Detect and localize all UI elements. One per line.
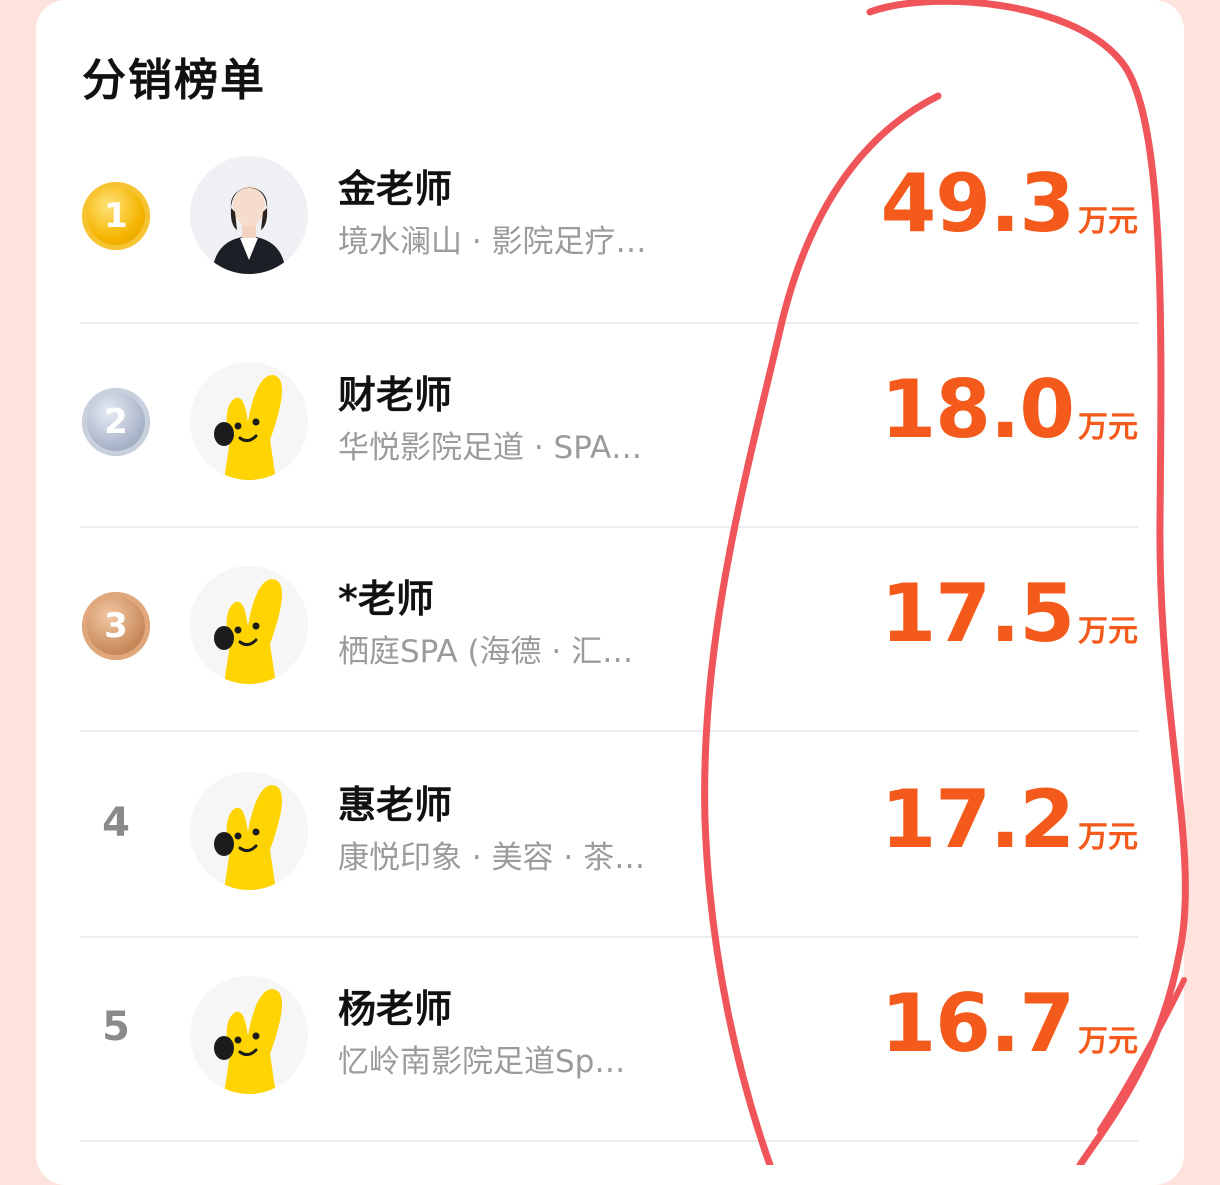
yellow-hand-mascot-icon — [190, 772, 308, 890]
rank-number: 3 — [104, 606, 128, 646]
row-divider — [80, 1140, 1138, 1142]
silver-medal-icon: 2 — [82, 388, 150, 456]
amount-unit: 万元 — [1078, 1024, 1138, 1059]
rank-number: 2 — [104, 402, 128, 442]
store-info: 忆岭南影院足道Sp… — [338, 1044, 626, 1080]
board-title: 分销榜单 — [82, 55, 266, 106]
sales-amount: 17.5 万元 — [881, 574, 1138, 654]
ranking-row[interactable]: 1 金老师 境水澜山 · 影院足疗… 49.3 万元 — [36, 118, 1184, 322]
ranking-row[interactable]: 4 惠老师 康悦印象 · 美容 · 茶… 17.2 万元 — [36, 734, 1184, 938]
avatar[interactable] — [190, 566, 308, 684]
store-info: 康悦印象 · 美容 · 茶… — [338, 840, 646, 876]
rank-number: 1 — [104, 196, 128, 236]
sales-amount: 49.3 万元 — [881, 164, 1138, 244]
sales-amount: 17.2 万元 — [881, 780, 1138, 860]
amount-unit: 万元 — [1078, 614, 1138, 649]
amount-value: 16.7 — [880, 977, 1075, 1070]
ranking-card: 分销榜单 1 金老师 境水澜山 · 影院足疗… 49.3 万元 2 财老师 华悦… — [36, 0, 1184, 1185]
yellow-hand-mascot-icon — [190, 566, 308, 684]
yellow-hand-mascot-icon — [190, 362, 308, 480]
person-photo-icon — [190, 156, 308, 274]
store-info: 境水澜山 · 影院足疗… — [338, 224, 647, 260]
avatar[interactable] — [190, 156, 308, 274]
store-info: 栖庭SPA (海德 · 汇… — [338, 634, 634, 670]
amount-unit: 万元 — [1078, 204, 1138, 239]
teacher-name: 杨老师 — [338, 987, 453, 1031]
sales-amount: 16.7 万元 — [881, 984, 1138, 1064]
avatar[interactable] — [190, 976, 308, 1094]
ranking-row[interactable]: 3 *老师 栖庭SPA (海德 · 汇… 17.5 万元 — [36, 528, 1184, 732]
rank-number: 5 — [102, 1004, 130, 1050]
avatar[interactable] — [190, 772, 308, 890]
bronze-medal-icon: 3 — [82, 592, 150, 660]
gold-medal-icon: 1 — [82, 182, 150, 250]
rank-number: 4 — [102, 800, 130, 846]
teacher-name: 财老师 — [338, 373, 453, 417]
yellow-hand-mascot-icon — [190, 976, 308, 1094]
amount-unit: 万元 — [1078, 410, 1138, 445]
avatar[interactable] — [190, 362, 308, 480]
amount-value: 17.5 — [880, 567, 1075, 660]
row-divider — [80, 730, 1138, 732]
amount-value: 49.3 — [880, 157, 1075, 250]
sales-amount: 18.0 万元 — [881, 370, 1138, 450]
amount-unit: 万元 — [1078, 820, 1138, 855]
ranking-row[interactable]: 5 杨老师 忆岭南影院足道Sp… 16.7 万元 — [36, 938, 1184, 1142]
amount-value: 17.2 — [880, 773, 1075, 866]
teacher-name: 金老师 — [338, 167, 453, 211]
store-info: 华悦影院足道 · SPA… — [338, 430, 643, 466]
amount-value: 18.0 — [880, 363, 1075, 456]
teacher-name: 惠老师 — [338, 783, 453, 827]
teacher-name: *老师 — [338, 577, 434, 621]
ranking-row[interactable]: 2 财老师 华悦影院足道 · SPA… 18.0 万元 — [36, 324, 1184, 528]
